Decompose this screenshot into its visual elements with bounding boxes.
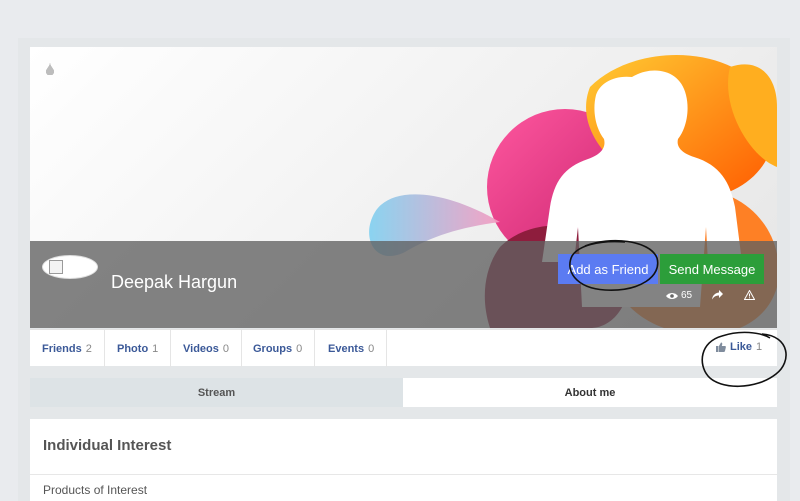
tab-about-me[interactable]: About me [403, 378, 777, 407]
share-control[interactable] [712, 290, 723, 300]
tab-videos[interactable]: Videos 0 [171, 330, 242, 367]
tab-label: Photo [117, 342, 149, 355]
tab-stream[interactable]: Stream [30, 378, 403, 407]
like-count: 1 [756, 341, 763, 353]
tab-count: 1 [152, 342, 159, 355]
tab-label: Events [328, 342, 365, 355]
tab-count: 2 [85, 342, 92, 355]
panel-subtitle: Products of Interest [43, 483, 148, 497]
like-label: Like [730, 341, 753, 353]
share-arrow-icon[interactable] [712, 290, 723, 300]
tab-label: Friends [42, 342, 82, 355]
warning-triangle-icon[interactable] [744, 290, 755, 300]
tab-count: 0 [296, 342, 303, 355]
tab-photo[interactable]: Photo 1 [105, 330, 172, 367]
tab-groups[interactable]: Groups 0 [241, 330, 316, 367]
avatar[interactable] [42, 255, 98, 279]
interest-panel: Individual Interest Products of Interest [30, 419, 777, 501]
like-button[interactable]: Like 1 [716, 341, 762, 353]
report-control[interactable] [744, 290, 755, 300]
panel-divider [30, 474, 777, 475]
tab-events[interactable]: Events 0 [316, 330, 388, 367]
send-message-button[interactable]: Send Message [660, 254, 764, 284]
views-counter: 65 [666, 290, 692, 301]
thumbs-up-icon [716, 342, 726, 352]
broken-image-icon [49, 260, 63, 274]
tab-friends[interactable]: Friends 2 [30, 330, 105, 367]
profile-tabs: Friends 2 Photo 1 Videos 0 Groups 0 Even… [30, 329, 777, 367]
add-friend-button[interactable]: Add as Friend [558, 254, 658, 284]
panel-title: Individual Interest [43, 437, 172, 454]
tab-label: Groups [253, 342, 293, 355]
profile-name: Deepak Hargun [111, 272, 238, 292]
content-subtabs: Stream About me [30, 378, 777, 407]
tab-label: Videos [183, 342, 219, 355]
views-count: 65 [681, 290, 693, 301]
tab-count: 0 [222, 342, 229, 355]
droplet-icon[interactable] [45, 63, 55, 75]
tab-count: 0 [368, 342, 375, 355]
eye-icon [666, 292, 678, 299]
